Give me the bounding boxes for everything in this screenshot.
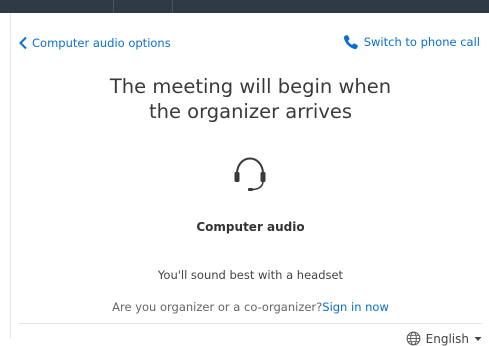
- globe-icon: [406, 331, 421, 346]
- organizer-question: Are you organizer or a co-organizer?: [112, 300, 323, 314]
- language-selector[interactable]: English: [406, 331, 482, 346]
- headset-tip: You'll sound best with a headset: [157, 268, 344, 282]
- sign-in-link[interactable]: Sign in now: [322, 300, 389, 314]
- window-top-bar: [0, 0, 489, 13]
- footer-divider: [19, 323, 482, 324]
- organizer-prompt: Are you organizer or a co-organizer?Sign…: [11, 300, 489, 314]
- switch-link-label: Switch to phone call: [363, 35, 480, 49]
- language-label: English: [425, 331, 469, 346]
- meeting-status-heading: The meeting will begin when the organize…: [11, 74, 489, 124]
- caret-down-icon: [474, 336, 482, 341]
- heading-line-2: the organizer arrives: [148, 100, 353, 123]
- headset-icon: [234, 157, 266, 191]
- switch-to-phone-call-link[interactable]: Switch to phone call: [343, 34, 480, 50]
- computer-audio-title: Computer audio: [196, 220, 305, 234]
- audio-panel: Computer audio options Switch to phone c…: [10, 13, 489, 346]
- back-link-label: Computer audio options: [32, 36, 171, 50]
- computer-audio-options-link[interactable]: Computer audio options: [18, 36, 171, 50]
- chevron-left-icon: [19, 36, 27, 50]
- phone-icon: [343, 35, 358, 50]
- top-bar-divider: [172, 0, 173, 13]
- heading-line-1: The meeting will begin when: [109, 75, 392, 98]
- top-bar-divider: [113, 0, 114, 13]
